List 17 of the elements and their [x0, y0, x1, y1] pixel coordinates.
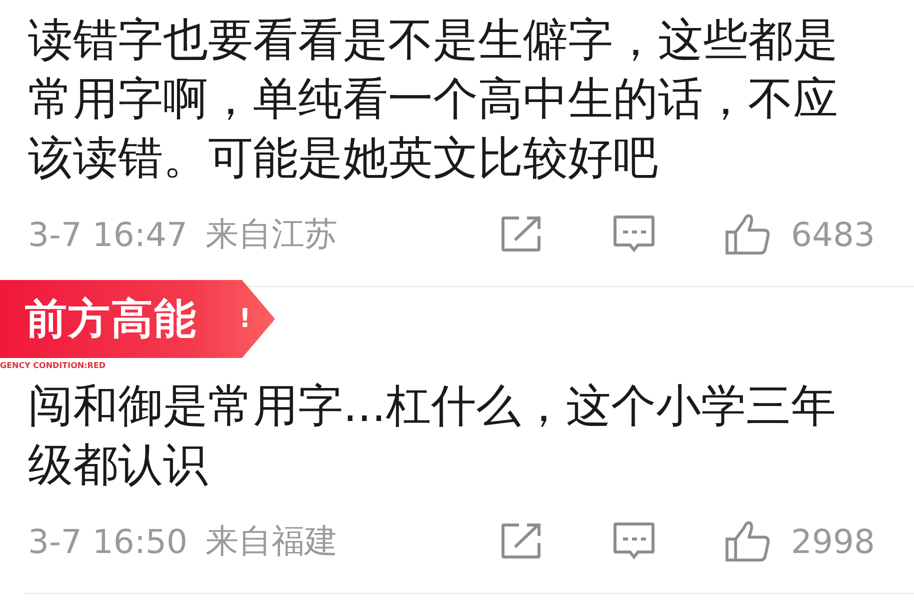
comment-icon[interactable]	[613, 215, 656, 253]
badge-title: 前方高能	[25, 293, 197, 345]
badge-caption: GENCY CONDITION:RED	[0, 360, 106, 372]
comment-location: 来自福建	[206, 520, 338, 562]
thumbs-up-icon[interactable]	[725, 520, 772, 562]
badge-mark: !	[239, 304, 251, 334]
share-icon[interactable]	[501, 216, 542, 252]
comment-text: 闯和御是常用字...杠什么，这个小学三年级都认识	[27, 378, 837, 493]
like-count: 2998	[791, 522, 875, 560]
comment-location: 来自江苏	[206, 212, 338, 254]
comment-text: 读错字也要看看是不是生僻字，这些都是常用字啊，单纯看一个高中生的话，不应该读错。可能是她英文比较好吧	[27, 12, 839, 186]
like-count: 6483	[791, 214, 875, 254]
comment-time: 3-7 16:47	[28, 214, 188, 254]
share-icon[interactable]	[501, 523, 542, 559]
thumbs-up-icon[interactable]	[725, 213, 772, 255]
comment-time: 3-7 16:50	[28, 522, 188, 560]
comment-icon[interactable]	[613, 522, 656, 560]
